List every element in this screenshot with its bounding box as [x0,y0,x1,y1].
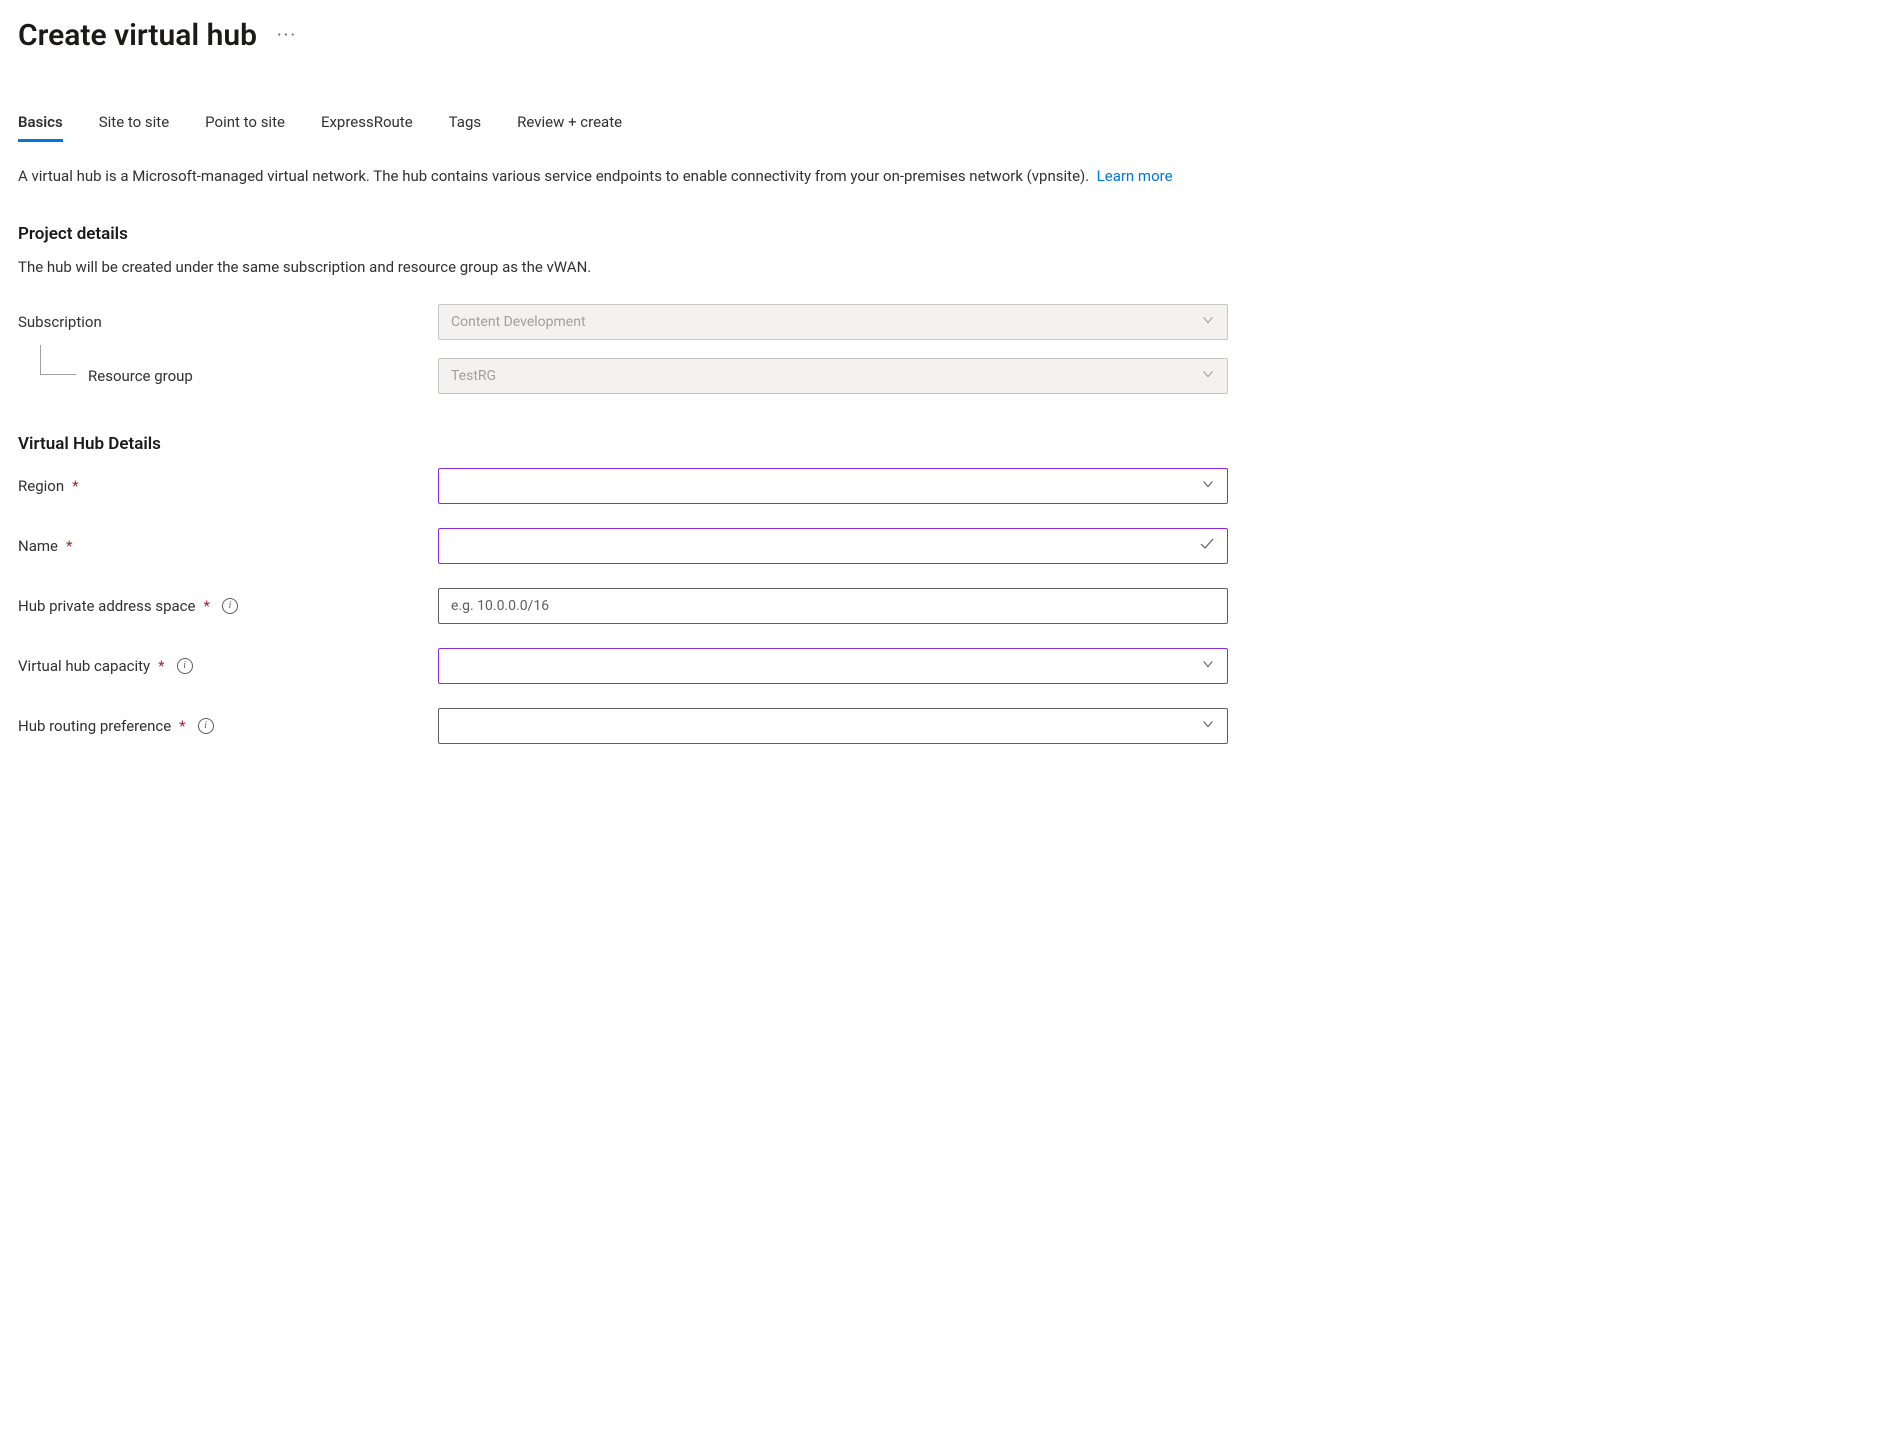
address-space-input[interactable] [451,589,1191,623]
required-icon: * [72,477,78,495]
project-details-title: Project details [18,224,1863,244]
page-header: Create virtual hub ··· [18,18,1863,53]
required-icon: * [179,717,185,735]
more-actions-icon[interactable]: ··· [277,25,297,46]
tab-expressroute[interactable]: ExpressRoute [321,113,413,142]
resource-group-select: TestRG [438,358,1228,394]
tab-review-create[interactable]: Review + create [517,113,622,142]
address-space-row: Hub private address space * i [18,588,1863,624]
chevron-down-icon [1201,717,1215,735]
description-text: A virtual hub is a Microsoft-managed vir… [18,166,1218,188]
capacity-label: Virtual hub capacity * i [18,657,438,675]
resource-group-value: TestRG [451,368,496,384]
project-details-subtitle: The hub will be created under the same s… [18,258,1863,276]
virtual-hub-details-section: Virtual Hub Details Region * Name * [18,434,1863,744]
subscription-select: Content Development [438,304,1228,340]
chevron-down-icon [1201,657,1215,675]
chevron-down-icon [1201,313,1215,331]
tab-bar: Basics Site to site Point to site Expres… [18,113,1863,142]
address-space-label: Hub private address space * i [18,597,438,615]
routing-pref-row: Hub routing preference * i [18,708,1863,744]
info-icon[interactable]: i [177,658,193,674]
resource-group-row: Resource group TestRG [18,358,1863,394]
checkmark-icon [1199,536,1215,556]
routing-pref-select[interactable] [438,708,1228,744]
description-body: A virtual hub is a Microsoft-managed vir… [18,167,1089,185]
project-details-section: Project details The hub will be created … [18,224,1863,394]
chevron-down-icon [1201,367,1215,385]
subscription-row: Subscription Content Development [18,304,1863,340]
address-space-input-wrapper [438,588,1228,624]
name-input[interactable] [451,529,1191,563]
info-icon[interactable]: i [198,718,214,734]
virtual-hub-details-title: Virtual Hub Details [18,434,1863,454]
tab-tags[interactable]: Tags [449,113,481,142]
learn-more-link[interactable]: Learn more [1097,167,1173,185]
resource-group-label: Resource group [18,367,438,385]
name-input-wrapper [438,528,1228,564]
capacity-select[interactable] [438,648,1228,684]
region-label: Region * [18,477,438,495]
capacity-row: Virtual hub capacity * i [18,648,1863,684]
subscription-label: Subscription [18,313,438,331]
tab-site-to-site[interactable]: Site to site [99,113,169,142]
subscription-value: Content Development [451,314,586,330]
tab-basics[interactable]: Basics [18,113,63,142]
tree-connector-icon [40,345,76,375]
region-row: Region * [18,468,1863,504]
required-icon: * [158,657,164,675]
required-icon: * [203,597,209,615]
info-icon[interactable]: i [222,598,238,614]
tab-point-to-site[interactable]: Point to site [205,113,285,142]
region-select[interactable] [438,468,1228,504]
name-label: Name * [18,537,438,555]
page-title: Create virtual hub [18,18,257,53]
required-icon: * [66,537,72,555]
name-row: Name * [18,528,1863,564]
chevron-down-icon [1201,477,1215,495]
routing-pref-label: Hub routing preference * i [18,717,438,735]
